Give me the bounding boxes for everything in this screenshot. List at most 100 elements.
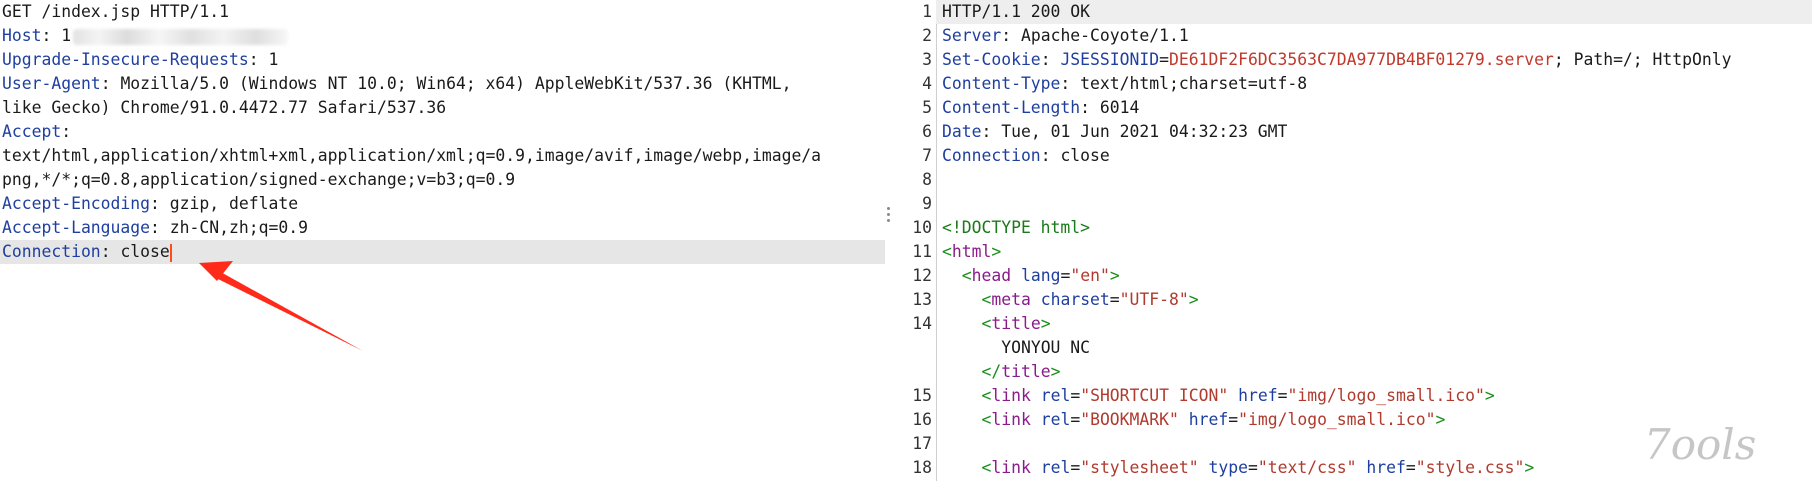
header-name: Accept-Encoding: [2, 194, 151, 213]
header-separator: :: [100, 242, 121, 261]
response-line[interactable]: </title>: [902, 360, 1812, 384]
header-separator: :: [61, 122, 72, 141]
cookie-attributes: ; Path=/; HttpOnly: [1553, 50, 1732, 69]
line-number: 14: [912, 314, 932, 333]
request-line[interactable]: GET /index.jsp HTTP/1.1: [0, 0, 885, 24]
header-name: Date: [942, 122, 982, 141]
html-attribute-value: "en": [1070, 266, 1110, 285]
html-attribute-name: rel: [1040, 458, 1071, 477]
response-line[interactable]: 6 Date: Tue, 01 Jun 2021 04:32:23 GMT: [902, 120, 1812, 144]
line-content: <link rel="SHORTCUT ICON" href="img/logo…: [936, 384, 1812, 408]
line-number: 7: [922, 146, 932, 165]
request-header-user-agent[interactable]: User-Agent: Mozilla/5.0 (Windows NT 10.0…: [0, 72, 885, 96]
line-number: 6: [922, 122, 932, 141]
response-line[interactable]: 8: [902, 168, 1812, 192]
response-line[interactable]: 7 Connection: close: [902, 144, 1812, 168]
header-value: 6014: [1099, 98, 1140, 117]
header-value: text/html,application/xhtml+xml,applicat…: [2, 146, 822, 165]
header-separator: :: [248, 50, 269, 69]
line-content: Server: Apache-Coyote/1.1: [942, 26, 1189, 45]
line-content: Set-Cookie: JSESSIONID=DE61DF2F6DC3563C7…: [942, 50, 1732, 69]
line-number: 13: [912, 290, 932, 309]
header-name: Server: [942, 26, 1002, 45]
html-tag-name: link: [991, 410, 1031, 429]
header-separator: :: [150, 218, 170, 237]
cookie-value: DE61DF2F6DC3563C7DA977DB4BF01279.server: [1169, 50, 1554, 69]
request-header-host[interactable]: Host: 1: [0, 24, 885, 48]
header-value: Mozilla/5.0 (Windows NT 10.0; Win64; x64…: [120, 74, 792, 93]
response-line[interactable]: 3 Set-Cookie: JSESSIONID=DE61DF2F6DC3563C…: [902, 48, 1812, 72]
tools-watermark-logo: 7ools: [1644, 420, 1756, 469]
request-header-accept-encoding[interactable]: Accept-Encoding: gzip, deflate: [0, 192, 885, 216]
line-content: <head lang="en">: [936, 264, 1812, 288]
html-attribute-name: href: [1188, 410, 1229, 429]
response-line[interactable]: 13 <meta charset="UTF-8">: [902, 288, 1812, 312]
response-line[interactable]: 11 <html>: [902, 240, 1812, 264]
html-attribute-name: rel: [1040, 386, 1071, 405]
header-value: close: [1060, 146, 1110, 165]
line-content: Connection: close: [942, 146, 1110, 165]
cookie-name: JSESSIONID: [1060, 50, 1160, 69]
request-editor[interactable]: GET /index.jsp HTTP/1.1 Host: 1 Upgrade-I…: [0, 0, 885, 481]
line-content: HTTP/1.1 200 OK: [936, 0, 1812, 24]
pane-resize-handle[interactable]: [887, 204, 893, 225]
line-content: <meta charset="UTF-8">: [936, 288, 1812, 312]
header-name: Connection: [2, 242, 101, 261]
header-value: like Gecko) Chrome/91.0.4472.77 Safari/5…: [2, 98, 447, 117]
header-value: text/html;charset=utf-8: [1080, 74, 1308, 93]
line-content: Content-Length: 6014: [942, 98, 1140, 117]
header-name: Set-Cookie: [942, 50, 1041, 69]
request-header-continuation[interactable]: png,*/*;q=0.8,application/signed-exchang…: [0, 168, 885, 192]
header-name: Accept-Language: [2, 218, 151, 237]
html-attribute-name: href: [1366, 458, 1406, 477]
line-content: </title>: [936, 360, 1812, 384]
response-line[interactable]: 2 Server: Apache-Coyote/1.1: [902, 24, 1812, 48]
header-separator: :: [100, 74, 121, 93]
html-tag-name: title: [991, 314, 1041, 333]
line-number: [902, 336, 936, 360]
response-line[interactable]: 4 Content-Type: text/html;charset=utf-8: [902, 72, 1812, 96]
line-content: YONYOU NC: [936, 336, 1812, 360]
request-header-upgrade-insecure-requests[interactable]: Upgrade-Insecure-Requests: 1: [0, 48, 885, 72]
response-line[interactable]: 10 <!DOCTYPE html>: [902, 216, 1812, 240]
request-header-continuation[interactable]: text/html,application/xhtml+xml,applicat…: [0, 144, 885, 168]
line-content: [936, 168, 1812, 192]
watermark-text: 7ools: [1644, 420, 1756, 469]
html-attribute-name: lang: [1020, 266, 1061, 285]
html-tag-name: head: [971, 266, 1012, 285]
redacted-host-blur: [73, 28, 289, 45]
html-attribute-value: "img/logo_small.ico": [1287, 386, 1485, 405]
html-attribute-value: "text/css": [1257, 458, 1357, 477]
html-attribute-value: "UTF-8": [1119, 290, 1189, 309]
response-line[interactable]: 1 HTTP/1.1 200 OK: [902, 0, 1812, 24]
response-editor[interactable]: 1 HTTP/1.1 200 OK 2 Server: Apache-Coyote/1…: [902, 0, 1812, 481]
html-attribute-value: "img/logo_small.ico": [1238, 410, 1436, 429]
request-header-connection[interactable]: Connection: close: [0, 240, 885, 264]
response-line[interactable]: 9: [902, 192, 1812, 216]
request-header-accept[interactable]: Accept:: [0, 120, 885, 144]
request-header-continuation[interactable]: like Gecko) Chrome/91.0.4472.77 Safari/5…: [0, 96, 885, 120]
header-name: Host: [2, 26, 42, 45]
line-number: 15: [912, 386, 932, 405]
header-name: User-Agent: [2, 74, 101, 93]
response-line[interactable]: 15 <link rel="SHORTCUT ICON" href="img/l…: [902, 384, 1812, 408]
response-line[interactable]: 14 <title>: [902, 312, 1812, 336]
html-tag-name: link: [991, 458, 1031, 477]
text-cursor: [169, 243, 172, 262]
line-text: YONYOU NC: [1001, 338, 1091, 357]
response-line[interactable]: 5 Content-Length: 6014: [902, 96, 1812, 120]
request-header-accept-language[interactable]: Accept-Language: zh-CN,zh;q=0.9: [0, 216, 885, 240]
header-value: close: [120, 242, 170, 261]
line-number: 12: [912, 266, 932, 285]
html-attribute-value: "style.css": [1415, 458, 1525, 477]
response-line[interactable]: YONYOU NC: [902, 336, 1812, 360]
response-line[interactable]: 12 <head lang="en">: [902, 264, 1812, 288]
html-attribute-name: charset: [1040, 290, 1110, 309]
line-number: 16: [912, 410, 932, 429]
